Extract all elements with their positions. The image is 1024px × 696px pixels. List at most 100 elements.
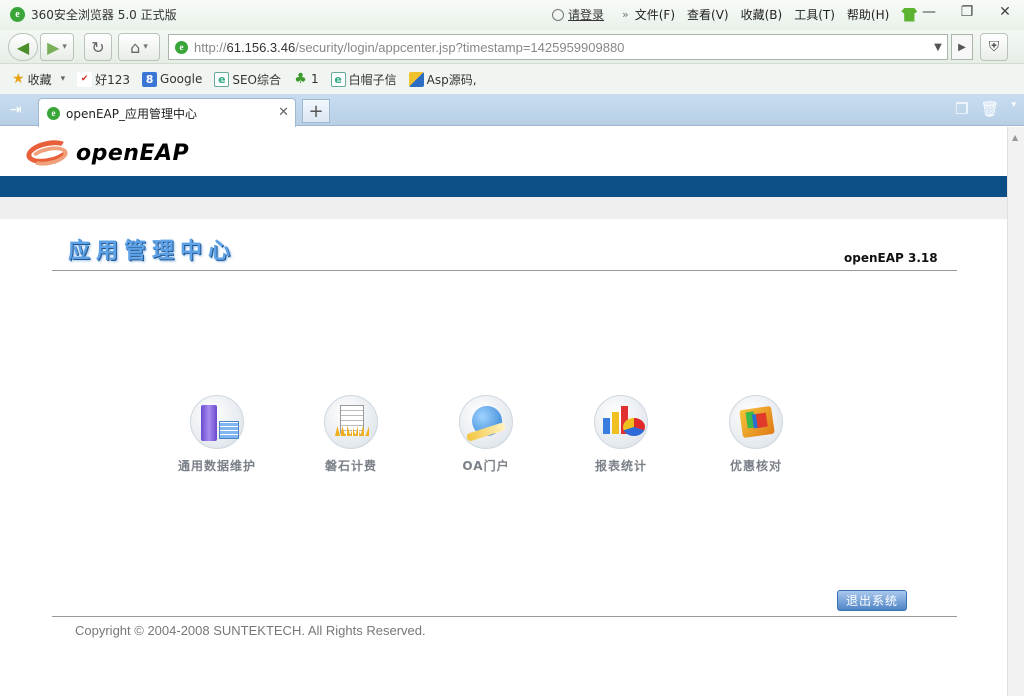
bookmark-label: Asp源码, bbox=[426, 72, 477, 87]
bookmark-1[interactable]: ♣ 1 bbox=[293, 71, 319, 87]
shield-icon: ⛨ bbox=[988, 39, 1000, 55]
user-icon bbox=[552, 8, 564, 21]
close-tab-icon[interactable]: ✕ bbox=[278, 105, 289, 120]
app-label: OA门户 bbox=[462, 459, 510, 473]
bookmark-asp[interactable]: Asp源码, bbox=[408, 71, 477, 88]
bookmark-label: 好123 bbox=[95, 72, 131, 87]
page-viewport: openEAP 应用管理中心 openEAP 3.18 通用数据维护 磐石计费 … bbox=[0, 127, 1007, 696]
login-link[interactable]: 请登录 bbox=[552, 6, 604, 23]
logout-button[interactable]: 退出系统 bbox=[837, 590, 907, 611]
scroll-up-icon[interactable]: ▲ bbox=[1012, 133, 1018, 142]
security-shield-button[interactable]: ⛨ bbox=[980, 33, 1008, 61]
page-favicon-icon: e bbox=[175, 40, 188, 54]
swirl-logo-icon bbox=[24, 136, 72, 169]
forward-button[interactable]: ▶ ▾ bbox=[40, 33, 74, 61]
app-label: 磐石计费 bbox=[324, 459, 377, 473]
home-icon: ⌂ bbox=[130, 37, 141, 57]
chevron-down-icon: ▾ bbox=[143, 42, 148, 52]
double-chevron-icon[interactable]: » bbox=[622, 8, 629, 21]
bookmark-label: 白帽子信 bbox=[348, 72, 397, 87]
reload-button[interactable]: ↻ bbox=[84, 33, 112, 61]
title-bar: e 360安全浏览器 5.0 正式版 请登录 » 文件(F) 查看(V) 收藏(… bbox=[0, 0, 1024, 30]
bookmark-hao123[interactable]: ✔ 好123 bbox=[77, 71, 130, 88]
star-icon: ★ bbox=[12, 71, 25, 87]
menu-file[interactable]: 文件(F) bbox=[635, 6, 675, 23]
app-data-maintenance[interactable]: 通用数据维护 bbox=[162, 395, 272, 474]
close-window-button[interactable]: ✕ bbox=[986, 0, 1024, 24]
menu-favorites[interactable]: 收藏(B) bbox=[741, 6, 783, 23]
image-icon bbox=[408, 71, 424, 87]
vertical-scrollbar[interactable]: ▲ bbox=[1007, 127, 1024, 696]
menu-view[interactable]: 查看(V) bbox=[687, 6, 729, 23]
bookmark-favorites[interactable]: ★ 收藏 ▾ bbox=[12, 71, 65, 88]
person-icon: ♣ bbox=[294, 71, 307, 87]
window-controls: — ❐ ✕ bbox=[910, 0, 1024, 24]
app-oa-portal[interactable]: OA门户 bbox=[431, 395, 541, 474]
address-bar[interactable]: e http://61.156.3.46/security/login/appc… bbox=[168, 34, 948, 60]
hao123-icon: ✔ bbox=[77, 71, 93, 87]
bookmark-label: Google bbox=[160, 72, 203, 86]
tab-tools: ❐ 🗑︎ ▾ bbox=[955, 100, 1016, 118]
bookmark-label: 收藏 bbox=[27, 72, 52, 87]
top-menu: 请登录 » 文件(F) 查看(V) 收藏(B) 工具(T) 帮助(H) bbox=[552, 6, 918, 23]
go-button[interactable]: ▶ bbox=[951, 34, 973, 60]
url-prefix: http:// bbox=[194, 39, 227, 55]
document-icon bbox=[324, 395, 378, 449]
app-reports[interactable]: 报表统计 bbox=[566, 395, 676, 474]
tab-label: openEAP_应用管理中心 bbox=[66, 106, 197, 121]
sidebar-toggle-icon[interactable]: ⇥ bbox=[10, 102, 22, 118]
chevron-down-icon: ▾ bbox=[62, 42, 67, 52]
box-icon bbox=[729, 395, 783, 449]
tab-bar: ⇥ e openEAP_应用管理中心 ✕ + ❐ 🗑︎ ▾ bbox=[0, 94, 1024, 127]
app-label: 优惠核对 bbox=[729, 459, 782, 473]
navigation-bar: ◀ ▶ ▾ ↻ ⌂ ▾ e http://61.156.3.46/security/… bbox=[0, 30, 1024, 64]
bookmarks-bar: ★ 收藏 ▾ ✔ 好123 8 Google e SEO综合 ♣ 1 e 白帽子… bbox=[0, 64, 1024, 94]
forward-arrow-icon: ▶ bbox=[47, 37, 60, 57]
sub-header-band bbox=[0, 197, 1007, 219]
tab-favicon-icon: e bbox=[47, 106, 60, 120]
minimize-button[interactable]: — bbox=[910, 0, 948, 24]
page-title: 应用管理中心 bbox=[68, 239, 237, 264]
new-tab-button[interactable]: + bbox=[302, 99, 330, 123]
home-button[interactable]: ⌂ ▾ bbox=[118, 33, 160, 61]
bookmark-whitehat[interactable]: e 白帽子信 bbox=[330, 71, 397, 88]
globe-icon bbox=[459, 395, 513, 449]
chevron-down-icon: ▾ bbox=[60, 74, 66, 84]
login-label: 请登录 bbox=[568, 8, 605, 22]
bookmark-google[interactable]: 8 Google bbox=[142, 71, 203, 87]
plus-icon: + bbox=[308, 100, 324, 122]
url-host: 61.156.3.46 bbox=[226, 39, 296, 55]
header-band bbox=[0, 176, 1007, 197]
version-label: openEAP 3.18 bbox=[844, 251, 938, 265]
trash-icon[interactable]: 🗑︎ bbox=[980, 100, 999, 118]
page-icon: e bbox=[330, 71, 346, 87]
bookmark-label: SEO综合 bbox=[232, 72, 281, 87]
back-button[interactable]: ◀ bbox=[8, 33, 38, 61]
title-divider bbox=[52, 270, 957, 271]
tab-openeap[interactable]: e openEAP_应用管理中心 ✕ bbox=[38, 98, 296, 127]
menu-help[interactable]: 帮助(H) bbox=[847, 6, 889, 23]
chevron-down-icon[interactable]: ▾ bbox=[1011, 100, 1016, 118]
menu-tools[interactable]: 工具(T) bbox=[794, 6, 835, 23]
bookmark-label: 1 bbox=[311, 72, 319, 86]
address-dropdown-button[interactable]: ▼ bbox=[928, 34, 948, 60]
server-icon bbox=[190, 395, 244, 449]
page-icon: e bbox=[214, 71, 230, 87]
window-title: 360安全浏览器 5.0 正式版 bbox=[31, 8, 177, 22]
app-discount-check[interactable]: 优惠核对 bbox=[701, 395, 811, 474]
google-icon: 8 bbox=[142, 71, 158, 87]
reload-icon: ↻ bbox=[91, 37, 105, 57]
logo-text: openEAP bbox=[76, 140, 190, 166]
app-billing[interactable]: 磐石计费 bbox=[296, 395, 406, 474]
tab-list-icon[interactable]: ❐ bbox=[955, 100, 968, 118]
app-label: 报表统计 bbox=[594, 459, 647, 473]
footer-divider bbox=[52, 616, 957, 617]
url-path: /security/login/appcenter.jsp?timestamp=… bbox=[295, 39, 625, 55]
restore-button[interactable]: ❐ bbox=[948, 0, 986, 24]
browser-logo-icon: e bbox=[10, 7, 25, 22]
bookmark-seo[interactable]: e SEO综合 bbox=[214, 71, 281, 88]
app-title: e 360安全浏览器 5.0 正式版 bbox=[10, 6, 177, 23]
back-arrow-icon: ◀ bbox=[16, 37, 30, 57]
chart-icon bbox=[594, 395, 648, 449]
copyright-text: Copyright © 2004-2008 SUNTEKTECH. All Ri… bbox=[75, 623, 426, 638]
